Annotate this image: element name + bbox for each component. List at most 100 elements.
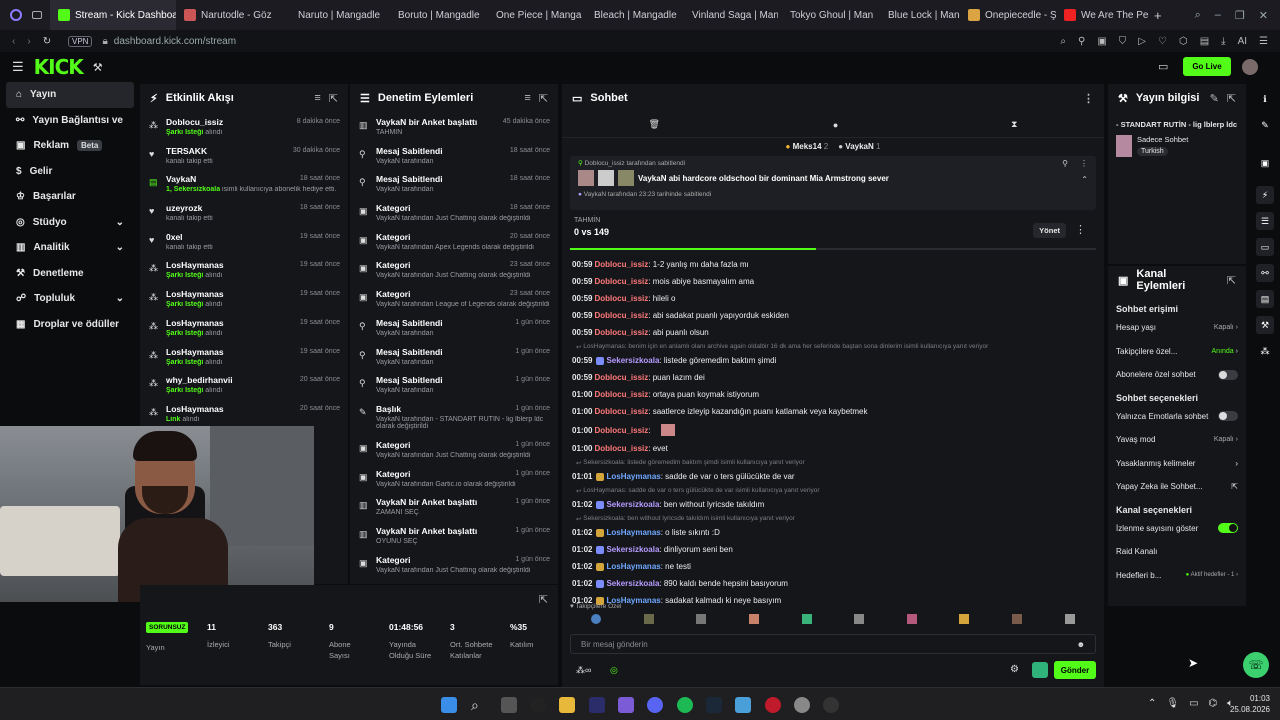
message-user[interactable]: Doblocu_issiz [594,407,648,416]
sidebar-item-basarilar[interactable]: ♔ Başarılar [6,184,134,210]
poll-manage-button[interactable]: Yönet [1033,223,1066,238]
spotify-icon[interactable] [677,697,693,713]
points-icon[interactable]: ◎ [610,665,618,676]
moderation-row[interactable]: ⚲ Mesaj Sabitlendi VaykaN tarafından 1 gün … [350,313,558,342]
message-user[interactable]: Doblocu_issiz [594,277,648,286]
subscribers-only-toggle[interactable] [1218,369,1238,380]
emote-image[interactable] [1064,614,1075,624]
tab-boruto-mangadle[interactable]: Boruto | Mangadle [386,0,484,30]
tab-naruto-mangadle[interactable]: Naruto | Mangadle [286,0,386,30]
message-user[interactable]: Doblocu_issiz [594,444,648,453]
emote-image[interactable] [696,614,707,624]
emote-image[interactable] [801,614,812,624]
stream-link-icon[interactable]: ⚯ [1256,264,1274,282]
popout-icon[interactable]: ⇱ [1227,274,1236,287]
more-icon[interactable]: ⋮ [1075,223,1086,236]
pin-icon[interactable]: ⚲ [1078,36,1085,47]
settings-gear-icon[interactable]: ⚙︎ [1010,664,1019,675]
sidebar-item-gelir[interactable]: $ Gelir [6,159,134,185]
chat-message[interactable]: 01:01 LosHaymanas: sadde de var o ters gü… [562,468,1104,485]
zoom-icon[interactable]: ⌕ [1060,36,1066,47]
opera-icon[interactable] [765,697,781,713]
chat-message[interactable]: 01:02 Sekersizkoala: ben without lyricsde… [562,496,1104,513]
moderation-row[interactable]: ▣ Kategori VaykaN tarafından Just Chatting… [350,198,558,227]
activity-row[interactable]: ⁂ Doblocu_issiz Şarkı İsteği alındı 8 dakik… [140,112,348,141]
hourglass-icon[interactable]: ⧗ [1011,119,1017,130]
chat-input[interactable]: Bir mesaj gönderin ☻ [570,634,1096,654]
emote-image[interactable] [643,614,654,624]
sidebar-item-studyo[interactable]: ◎ Stüdyo ⌄ [6,210,134,236]
tab-onepiece-mangadle[interactable]: One Piece | Manga [484,0,582,30]
info-icon[interactable]: ℹ︎ [1256,90,1274,108]
setting-followers-only[interactable]: Takipçilere özel... Anında › [1108,340,1246,364]
chat-message[interactable]: 00:59 Doblocu_issiz: abi puanlı olsun [562,324,1104,341]
avatar[interactable] [1242,59,1258,75]
activity-row[interactable]: ♥ TERSAKK kanalı takip etti 30 dakika önce [140,141,348,170]
forward-icon[interactable]: › [27,36,30,47]
activity-row[interactable]: ⁂ LosHaymanas Şarkı İsteği alındı 19 saat ö… [140,342,348,371]
chat-message[interactable]: 01:00 Doblocu_issiz: [562,420,1104,440]
moderation-row[interactable]: ▣ Kategori VaykaN tarafından League of Leg… [350,284,558,313]
sidebar-item-stream-key[interactable]: ⚯ Yayın Bağlantısı ve Anahtar [6,108,134,134]
file-explorer-icon[interactable] [559,697,575,713]
chat-message[interactable]: 00:59 Doblocu_issiz: mois abiye basmayalı… [562,273,1104,290]
trash-icon[interactable]: 🗑︎ [648,119,659,130]
url-input[interactable]: dashboard.kick.com/stream [114,36,236,47]
chat-message[interactable]: 01:02 LosHaymanas: sadakat kalmadı ki ney… [562,592,1104,609]
edit-icon[interactable]: ✎ [1256,116,1274,134]
tab-bluelock-mangadle[interactable]: Blue Lock | Manga [876,0,960,30]
support-chat-icon[interactable]: ☏ [1243,652,1269,678]
tools-icon[interactable]: ⚒︎ [93,61,103,74]
screenshot-icon[interactable]: ▣ [1097,36,1106,47]
search-icon[interactable]: ⌕ [471,697,487,713]
emote-image[interactable] [1012,614,1023,624]
moderation-row[interactable]: ⚲ Mesaj Sabitlendi VaykaN tarafından 18 saa… [350,169,558,198]
moderation-row[interactable]: ▥ VaykaN bir Anket başlattı TAHMİN 45 dakik… [350,112,558,141]
chat-message[interactable]: 01:02 LosHaymanas: ne testi [562,558,1104,575]
moderation-row[interactable]: ✎ Başlık VaykaN tarafından - STANDART RUTİ… [350,399,558,435]
kick-logo[interactable]: KICK [34,55,84,79]
activity-row[interactable]: ▤ VaykaN 1, Sekersizkoala isimli kullanıcı… [140,169,348,198]
clock[interactable]: 01:03 25.08.2026 [1228,694,1270,716]
more-icon[interactable]: ⋮ [1083,92,1094,105]
go-live-button[interactable]: Go Live [1183,57,1231,76]
chat-extras-icon[interactable]: ⁂∞ [576,665,591,676]
collapse-icon[interactable]: ⌃ [1081,175,1088,184]
tab-onepiecedle[interactable]: Onepiecedle - Şey [960,0,1056,30]
chat-message[interactable]: 00:59 Doblocu_issiz: 1-2 yanlış mı daha f… [562,256,1104,273]
message-user[interactable]: Doblocu_issiz [594,294,648,303]
proton-vpn-icon[interactable] [618,697,634,713]
sidebar-item-droplar[interactable]: ▦ Droplar ve ödüller [6,312,134,338]
moderation-row[interactable]: ⚲ Mesaj Sabitlendi VaykaN tarafından 18 saa… [350,141,558,170]
tab-tokyoghoul-mangadle[interactable]: Tokyo Ghoul | Man [778,0,876,30]
setting-banned-words[interactable]: Yasaklanmış kelimeler › [1108,452,1246,476]
bubble-icon[interactable]: ● [833,120,838,130]
message-user[interactable]: Doblocu_issiz [594,311,648,320]
emoji-icon[interactable]: ☻ [1077,640,1085,649]
chat-message[interactable]: 01:00 Doblocu_issiz: saatlerce izleyip ka… [562,403,1104,420]
unpin-icon[interactable]: ⚲ [1062,159,1068,168]
popout-icon[interactable]: ⇱ [539,593,548,606]
obs-icon[interactable] [823,697,839,713]
message-user[interactable]: LosHaymanas [606,472,660,481]
message-user[interactable]: Sekersizkoala [606,500,659,509]
search-tabs-icon[interactable]: ⌕ [1195,9,1201,22]
activity-row[interactable]: ⁂ LosHaymanas Şarkı İsteği alındı 19 saat ö… [140,255,348,284]
emote-image[interactable] [906,614,917,624]
menu-icon[interactable]: ☰ [1259,36,1268,47]
message-user[interactable]: LosHaymanas [606,528,660,537]
chat-message[interactable]: 00:59 Doblocu_issiz: puan lazım dei [562,369,1104,386]
chat-message[interactable]: 00:59 Sekersizkoala: listede göremedim ba… [562,352,1104,369]
tab-vinland-mangadle[interactable]: Vinland Saga | Man [680,0,778,30]
display-icon[interactable]: ▭ [1189,698,1198,709]
message-user[interactable]: Doblocu_issiz [594,373,648,382]
browser-logo-icon[interactable] [10,9,22,21]
tab-bleach-mangadle[interactable]: Bleach | Mangadle [582,0,680,30]
moderation-row[interactable]: ▣ Kategori VaykaN tarafından Just Chatting… [350,435,558,464]
download-icon[interactable]: ⤓ [1221,36,1225,47]
vpn-badge[interactable]: VPN [68,35,93,47]
message-user[interactable]: Doblocu_issiz [594,328,648,337]
chat-message[interactable]: 00:59 Doblocu_issiz: hileli o [562,290,1104,307]
emote-image[interactable] [749,614,760,624]
moderation-row[interactable]: ▣ Kategori VaykaN tarafından Just Chatting… [350,550,558,579]
